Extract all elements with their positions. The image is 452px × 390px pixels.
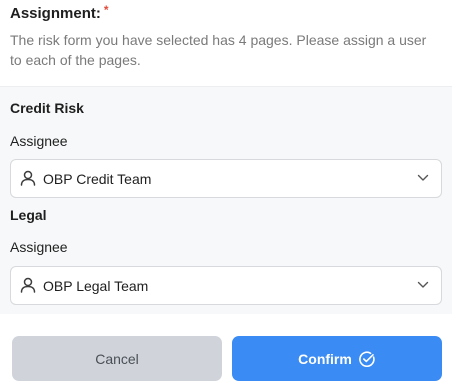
cancel-button-label: Cancel — [95, 350, 139, 367]
required-marker: * — [103, 3, 109, 17]
assignee-value: OBP Credit Team — [43, 171, 152, 187]
confirm-button[interactable]: Confirm — [232, 336, 442, 381]
assignment-title: Assignment: — [10, 5, 101, 22]
page-title-credit-risk: Credit Risk — [10, 100, 84, 116]
user-icon — [20, 277, 36, 293]
assignee-label: Assignee — [10, 133, 68, 149]
assignee-select-credit-risk[interactable]: OBP Credit Team — [10, 159, 442, 198]
assignment-description: The risk form you have selected has 4 pa… — [10, 32, 427, 68]
page-assignments-panel: Credit Risk Assignee OBP Credit Team Leg… — [0, 86, 452, 314]
assignee-select-legal[interactable]: OBP Legal Team — [10, 266, 442, 305]
assignee-value: OBP Legal Team — [43, 278, 149, 294]
check-circle-icon — [358, 350, 375, 367]
assignee-label: Assignee — [10, 239, 68, 255]
chevron-down-icon — [417, 174, 429, 181]
user-icon — [20, 170, 36, 186]
assignment-header: Assignment: * The risk form you have sele… — [0, 0, 452, 86]
assignment-title-row: Assignment: * — [10, 3, 109, 22]
dialog-footer: Cancel Confirm — [0, 314, 452, 390]
confirm-button-label: Confirm — [298, 350, 352, 367]
chevron-down-icon — [417, 281, 429, 288]
cancel-button[interactable]: Cancel — [12, 336, 222, 381]
page-title-legal: Legal — [10, 207, 47, 223]
